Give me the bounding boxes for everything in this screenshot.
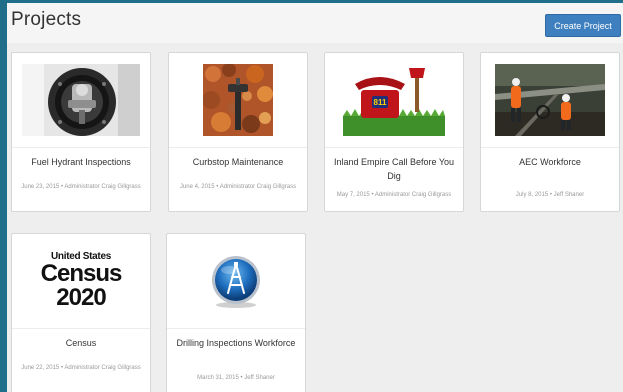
page-title: Projects [11,9,82,30]
project-thumbnail[interactable]: 811 [325,53,463,147]
project-date: March 31, 2015 [197,375,239,381]
meta-separator: • [60,184,64,190]
project-thumbnail[interactable]: United States Census 2020 [12,234,150,328]
project-author: Administrator Craig Gillgrass [64,365,141,371]
project-thumbnail[interactable] [481,53,619,147]
project-meta: June 22, 2015 • Administrator Craig Gill… [16,364,146,373]
project-card-drilling-inspections[interactable]: Drilling Inspections Workforce March 31,… [166,233,306,392]
project-title[interactable]: Curbstop Maintenance [175,155,301,169]
project-author: Jeff Shaner [553,192,585,198]
meta-separator: • [216,184,219,190]
project-date: May 7, 2015 [336,192,370,198]
project-thumbnail[interactable] [12,53,150,147]
census-2020-logo: United States Census 2020 [40,252,123,311]
fuel-hydrant-photo [22,64,140,136]
811-call-before-you-dig-photo: 811 [343,64,445,136]
meta-separator: • [60,365,64,371]
project-title[interactable]: Drilling Inspections Workforce [173,336,299,350]
project-title[interactable]: Fuel Hydrant Inspections [18,155,144,169]
drilling-rig-icon [212,256,260,308]
projects-panel: Projects Create Project Fuel Hydrant Ins… [7,3,623,392]
project-title[interactable]: AEC Workforce [487,155,613,169]
logo-line: 2020 [56,284,106,311]
meta-separator: • [549,192,552,198]
project-author: Administrator Craig Gillgrass [219,184,297,190]
curbstop-photo [203,64,273,136]
project-meta: March 31, 2015 • Jeff Shaner [171,374,301,383]
project-date: June 22, 2015 [21,365,60,371]
project-card-fuel-hydrant[interactable]: Fuel Hydrant Inspections June 23, 2015 •… [11,52,151,212]
project-card-curbstop[interactable]: Curbstop Maintenance June 4, 2015 • Admi… [168,52,308,212]
project-thumbnail[interactable] [169,53,307,147]
project-title[interactable]: Inland Empire Call Before You Dig [331,155,457,183]
project-author: Administrator Craig Gillgrass [374,192,452,198]
aec-workers-photo [495,64,605,136]
project-date: June 4, 2015 [179,184,215,190]
meta-separator: • [240,375,243,381]
project-card-call-before-you-dig[interactable]: 811 Inland Empire Call Before You Dig Ma… [324,52,464,212]
project-meta: July 8, 2015 • Jeff Shaner [485,191,615,200]
project-meta: May 7, 2015 • Administrator Craig Gillgr… [329,191,459,200]
project-meta: June 23, 2015 • Administrator Craig Gill… [16,183,146,192]
project-meta: June 4, 2015 • Administrator Craig Gillg… [173,183,303,192]
logo-line: Census [40,260,123,287]
project-card-aec-workforce[interactable]: AEC Workforce July 8, 2015 • Jeff Shaner [480,52,620,212]
project-author: Administrator Craig Gillgrass [64,184,141,190]
meta-separator: • [371,192,374,198]
project-date: June 23, 2015 [21,184,60,190]
create-project-button[interactable]: Create Project [545,14,621,37]
project-thumbnail[interactable] [167,234,305,328]
project-date: July 8, 2015 [515,192,549,198]
811-text: 811 [374,98,387,107]
page-header: Projects Create Project [7,3,623,43]
project-author: Jeff Shaner [244,375,275,381]
project-card-census[interactable]: United States Census 2020 Census June 22… [11,233,151,392]
project-title[interactable]: Census [18,336,144,350]
